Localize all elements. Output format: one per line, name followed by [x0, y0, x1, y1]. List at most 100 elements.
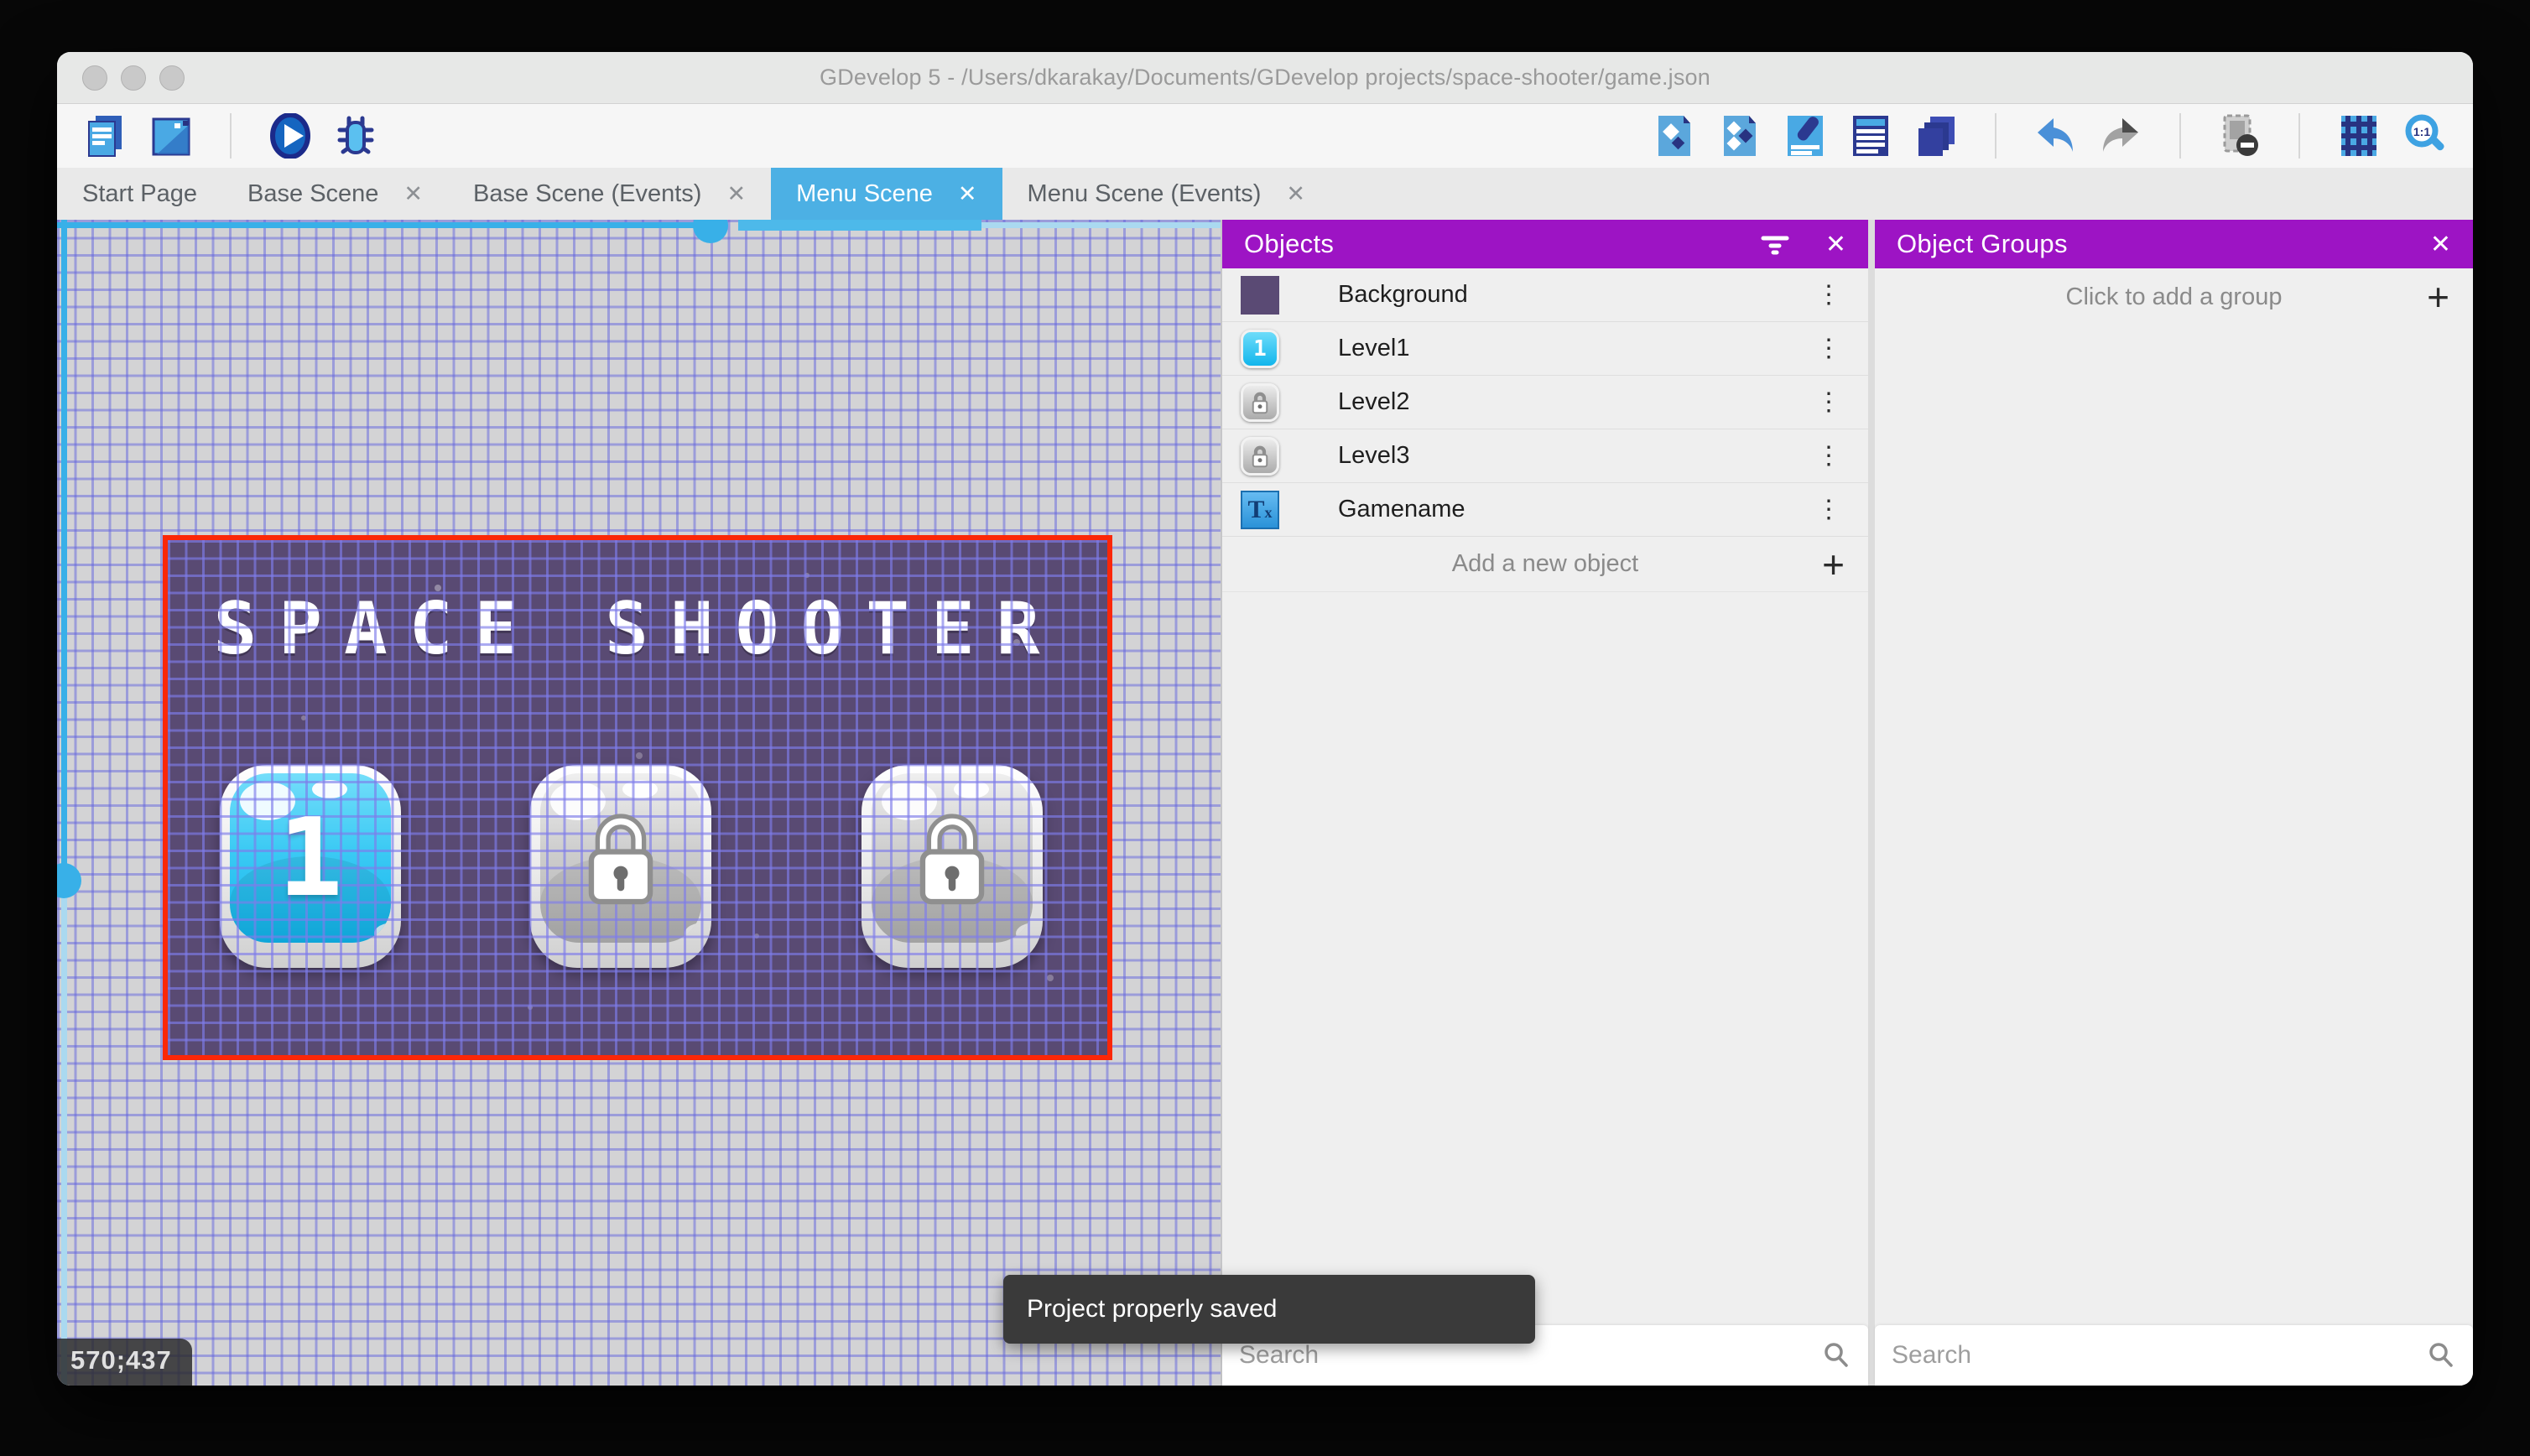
- plus-icon[interactable]: +: [2427, 278, 2449, 316]
- tab-label: Base Scene: [247, 179, 379, 207]
- object-row-background[interactable]: Background ⋮: [1222, 268, 1868, 322]
- render-mask-icon[interactable]: [2216, 112, 2263, 159]
- object-row-gamename[interactable]: Tx Gamename ⋮: [1222, 483, 1868, 537]
- tx-main: T: [1247, 495, 1265, 523]
- object-name: Level1: [1338, 335, 1410, 361]
- cursor-coordinates-badge: 570;437: [57, 1339, 192, 1386]
- object-groups-panel-header: Object Groups ✕: [1875, 220, 2473, 268]
- traffic-lights: [82, 65, 185, 91]
- objects-panel: Objects ✕ Background ⋮ 1 Level1 ⋮ Level2…: [1222, 220, 1868, 1386]
- star-specks: [168, 540, 171, 543]
- redo-icon[interactable]: [2097, 112, 2144, 159]
- game-title-instance[interactable]: SPACE SHOOTER: [168, 587, 1107, 671]
- debug-bug-icon[interactable]: [332, 112, 379, 159]
- toolbar: 1:1: [57, 104, 2473, 168]
- objects-search-input[interactable]: [1222, 1341, 1868, 1370]
- object-row-level1[interactable]: 1 Level1 ⋮: [1222, 322, 1868, 376]
- toolbar-separator: [2298, 113, 2300, 159]
- objects-panel-header: Objects ✕: [1222, 220, 1868, 268]
- close-objects-panel-icon[interactable]: ✕: [1825, 230, 1846, 259]
- tx-sub: x: [1264, 503, 1273, 521]
- toolbar-separator: [230, 113, 232, 159]
- toolbar-separator: [1995, 113, 1996, 159]
- add-group-label: Click to add a group: [2065, 283, 2283, 310]
- groups-panel-empty-space: [1875, 325, 2473, 1325]
- object-menu-icon[interactable]: ⋮: [1811, 441, 1846, 471]
- object-row-level3[interactable]: Level3 ⋮: [1222, 429, 1868, 483]
- toolbar-left-group: [82, 112, 379, 159]
- background-thumbnail: [1241, 275, 1279, 315]
- save-toast: Project properly saved: [1003, 1275, 1535, 1344]
- tab-close-icon[interactable]: ✕: [403, 181, 423, 207]
- level3-button-instance[interactable]: [862, 765, 1043, 968]
- tab-label: Menu Scene: [796, 179, 933, 207]
- grid-icon[interactable]: [2335, 112, 2382, 159]
- groups-search-row: [1875, 1325, 2473, 1386]
- tab-base-scene-events[interactable]: Base Scene (Events) ✕: [448, 168, 771, 220]
- level2-button-instance[interactable]: [530, 765, 711, 968]
- filter-icon[interactable]: [1760, 231, 1790, 257]
- zoom-window-button[interactable]: [159, 65, 185, 91]
- object-groups-panel-title: Object Groups: [1897, 229, 2068, 258]
- object-groups-editor-icon[interactable]: [1716, 112, 1763, 159]
- close-window-button[interactable]: [82, 65, 107, 91]
- object-row-level2[interactable]: Level2 ⋮: [1222, 376, 1868, 429]
- objects-editor-icon[interactable]: [1651, 112, 1698, 159]
- properties-pencil-icon[interactable]: [1782, 112, 1829, 159]
- vertical-scrollbar-rest: [61, 881, 67, 1386]
- level1-button-instance[interactable]: 1: [220, 765, 401, 968]
- lock-icon: [919, 814, 985, 905]
- project-manager-icon[interactable]: [82, 112, 129, 159]
- vertical-scrollbar-track[interactable]: [61, 220, 67, 881]
- tab-menu-scene-events[interactable]: Menu Scene (Events) ✕: [1002, 168, 1330, 220]
- tab-label: Base Scene (Events): [473, 179, 702, 207]
- add-new-object-row[interactable]: Add a new object +: [1222, 537, 1868, 592]
- object-name: Background: [1338, 281, 1468, 308]
- window-title: GDevelop 5 - /Users/dkarakay/Documents/G…: [820, 65, 1710, 90]
- instances-list-icon[interactable]: [1847, 112, 1894, 159]
- objects-panel-empty-space: [1222, 592, 1868, 1325]
- undo-icon[interactable]: [2032, 112, 2079, 159]
- window-editor-icon[interactable]: [148, 112, 195, 159]
- object-name: Level2: [1338, 388, 1410, 415]
- layers-editor-icon[interactable]: [1913, 112, 1960, 159]
- search-icon: [1821, 1340, 1851, 1375]
- lock-icon: [588, 814, 653, 905]
- object-menu-icon[interactable]: ⋮: [1811, 495, 1846, 524]
- toast-message: Project properly saved: [1027, 1295, 1278, 1323]
- tab-close-icon[interactable]: ✕: [958, 181, 977, 207]
- search-icon: [2426, 1340, 2456, 1375]
- objects-panel-title: Objects: [1244, 229, 1335, 258]
- scene-background-instance[interactable]: SPACE SHOOTER 1: [163, 535, 1112, 1060]
- level1-thumb-digit: 1: [1253, 335, 1267, 361]
- gdevelop-window: GDevelop 5 - /Users/dkarakay/Documents/G…: [57, 52, 2473, 1386]
- horizontal-scrollbar-knob[interactable]: [693, 220, 728, 243]
- tab-base-scene[interactable]: Base Scene ✕: [222, 168, 448, 220]
- object-groups-panel: Object Groups ✕ Click to add a group +: [1875, 220, 2473, 1386]
- plus-icon[interactable]: +: [1822, 545, 1845, 584]
- object-menu-icon[interactable]: ⋮: [1811, 387, 1846, 417]
- horizontal-scrollbar-track[interactable]: [57, 222, 705, 228]
- zoom-1-1-icon[interactable]: 1:1: [2401, 112, 2448, 159]
- tab-start-page[interactable]: Start Page: [57, 168, 222, 220]
- object-menu-icon[interactable]: ⋮: [1811, 280, 1846, 309]
- preview-play-icon[interactable]: [267, 112, 314, 159]
- close-object-groups-panel-icon[interactable]: ✕: [2430, 230, 2451, 259]
- scene-editor-canvas[interactable]: SPACE SHOOTER 1 570;437: [57, 220, 1221, 1386]
- object-menu-icon[interactable]: ⋮: [1811, 334, 1846, 363]
- minimize-window-button[interactable]: [121, 65, 146, 91]
- level1-thumbnail: 1: [1241, 329, 1279, 368]
- object-name: Gamename: [1338, 496, 1465, 523]
- tab-close-icon[interactable]: ✕: [726, 181, 746, 207]
- titlebar: GDevelop 5 - /Users/dkarakay/Documents/G…: [57, 52, 2473, 104]
- add-group-row[interactable]: Click to add a group +: [1875, 268, 2473, 325]
- tabbar: Start Page Base Scene ✕ Base Scene (Even…: [57, 168, 2473, 220]
- tab-close-icon[interactable]: ✕: [1286, 181, 1305, 207]
- tab-menu-scene[interactable]: Menu Scene ✕: [771, 168, 1002, 220]
- panel-resize-handle[interactable]: [1868, 220, 1875, 1386]
- vertical-scrollbar-knob[interactable]: [57, 863, 81, 898]
- level1-digit: 1: [278, 795, 343, 921]
- groups-search-input[interactable]: [1875, 1341, 2473, 1370]
- zoom-icon-label: 1:1: [2413, 125, 2430, 138]
- horizontal-scrollbar-thumb[interactable]: [738, 220, 981, 231]
